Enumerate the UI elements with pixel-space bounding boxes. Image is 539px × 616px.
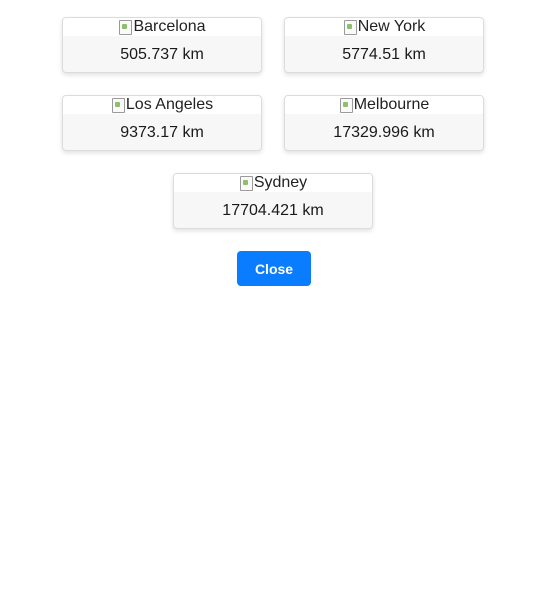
city-image: Los Angeles — [63, 96, 261, 114]
city-image-alt: Barcelona — [133, 18, 206, 35]
city-image: Sydney — [174, 174, 372, 192]
city-card-new-york: New York 5774.51 km — [284, 17, 484, 73]
city-image: Barcelona — [63, 18, 261, 36]
city-image-alt: Sydney — [253, 174, 308, 191]
city-image-alt: New York — [357, 18, 426, 35]
city-card-barcelona: Barcelona 505.737 km — [62, 17, 262, 73]
city-card-los-angeles: Los Angeles 9373.17 km — [62, 95, 262, 151]
distance-results-page: Barcelona 505.737 km New York 5774.51 km… — [0, 0, 539, 616]
city-image-alt: Melbourne — [353, 96, 430, 113]
broken-image-icon — [111, 97, 125, 113]
city-image: Melbourne — [285, 96, 483, 114]
city-card-sydney: Sydney 17704.421 km — [173, 173, 373, 229]
broken-image-icon — [343, 19, 357, 35]
city-image-alt: Los Angeles — [125, 96, 214, 113]
close-button[interactable]: Close — [237, 251, 311, 286]
city-distance: 505.737 km — [120, 46, 204, 63]
broken-image-icon — [239, 175, 253, 191]
city-card-melbourne: Melbourne 17329.996 km — [284, 95, 484, 151]
city-distance: 5774.51 km — [342, 46, 426, 63]
city-distance: 17704.421 km — [222, 202, 324, 219]
city-distance: 17329.996 km — [333, 124, 435, 141]
broken-image-icon — [339, 97, 353, 113]
city-distance: 9373.17 km — [120, 124, 204, 141]
city-image: New York — [285, 18, 483, 36]
broken-image-icon — [118, 19, 133, 35]
